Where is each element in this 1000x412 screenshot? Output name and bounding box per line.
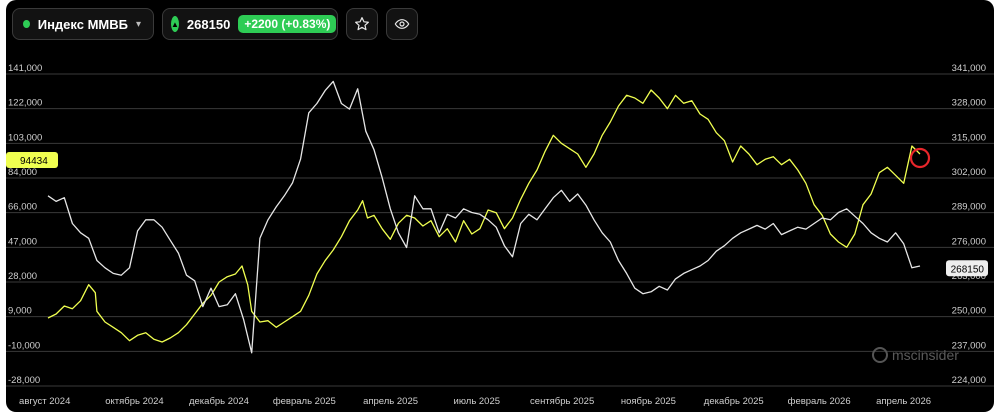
last-value-label-right: 268150 bbox=[951, 264, 985, 275]
left-axis-tick: 122,000 bbox=[8, 98, 42, 109]
left-axis-tick: 141,000 bbox=[8, 63, 42, 74]
x-axis-tick: декабрь 2025 bbox=[704, 396, 764, 407]
x-axis: август 2024 октябрь 2024 декабрь 2024 февра… bbox=[19, 396, 931, 407]
left-axis-tick: 9,000 bbox=[8, 306, 32, 317]
right-axis: 341,000 328,000 315,000 302,000 289,000 276,0… bbox=[952, 63, 986, 386]
series-line-1 bbox=[47, 80, 921, 354]
watermark-text: mscinsider bbox=[892, 347, 959, 363]
series-line-0 bbox=[47, 89, 921, 343]
left-axis-tick: 66,000 bbox=[8, 202, 37, 213]
left-axis-tick: -10,000 bbox=[8, 340, 40, 351]
right-axis-tick: 250,000 bbox=[952, 306, 986, 317]
x-axis-tick: декабрь 2024 bbox=[189, 396, 249, 407]
left-axis-tick: -28,000 bbox=[8, 375, 40, 386]
x-axis-tick: апрель 2026 bbox=[876, 396, 931, 407]
x-axis-tick: сентябрь 2025 bbox=[530, 396, 594, 407]
left-axis-tick: 103,000 bbox=[8, 132, 42, 143]
left-axis-tick: 84,000 bbox=[8, 167, 37, 178]
left-axis: 141,000 122,000 103,000 84,000 66,000 47,000 2… bbox=[8, 63, 42, 386]
highlight-circle bbox=[909, 147, 931, 169]
x-axis-tick: ноябрь 2025 bbox=[621, 396, 676, 407]
left-axis-tick: 47,000 bbox=[8, 236, 37, 247]
right-axis-tick: 341,000 bbox=[952, 63, 986, 74]
logo-icon bbox=[872, 347, 888, 363]
left-axis-tick: 28,000 bbox=[8, 271, 37, 282]
right-axis-tick: 315,000 bbox=[952, 132, 986, 143]
x-axis-tick: июль 2025 bbox=[454, 396, 501, 407]
right-axis-tick: 289,000 bbox=[952, 202, 986, 213]
x-axis-tick: февраль 2026 bbox=[788, 396, 851, 407]
chart-panel: Индекс ММВБ ▾ ▲ 268150 +2200 (+0.83%) 14… bbox=[6, 0, 994, 412]
x-axis-tick: апрель 2025 bbox=[363, 396, 418, 407]
right-axis-tick: 224,000 bbox=[952, 375, 986, 386]
price-chart[interactable]: 141,000 122,000 103,000 84,000 66,000 47,000 2… bbox=[6, 0, 994, 412]
last-value-label-left: 94434 bbox=[20, 156, 48, 167]
watermark: mscinsider bbox=[872, 347, 959, 363]
right-axis-tick: 328,000 bbox=[952, 98, 986, 109]
right-axis-tick: 302,000 bbox=[952, 167, 986, 178]
x-axis-tick: февраль 2025 bbox=[273, 396, 336, 407]
x-axis-tick: август 2024 bbox=[19, 396, 70, 407]
x-axis-tick: октябрь 2024 bbox=[105, 396, 164, 407]
right-axis-tick: 276,000 bbox=[952, 236, 986, 247]
